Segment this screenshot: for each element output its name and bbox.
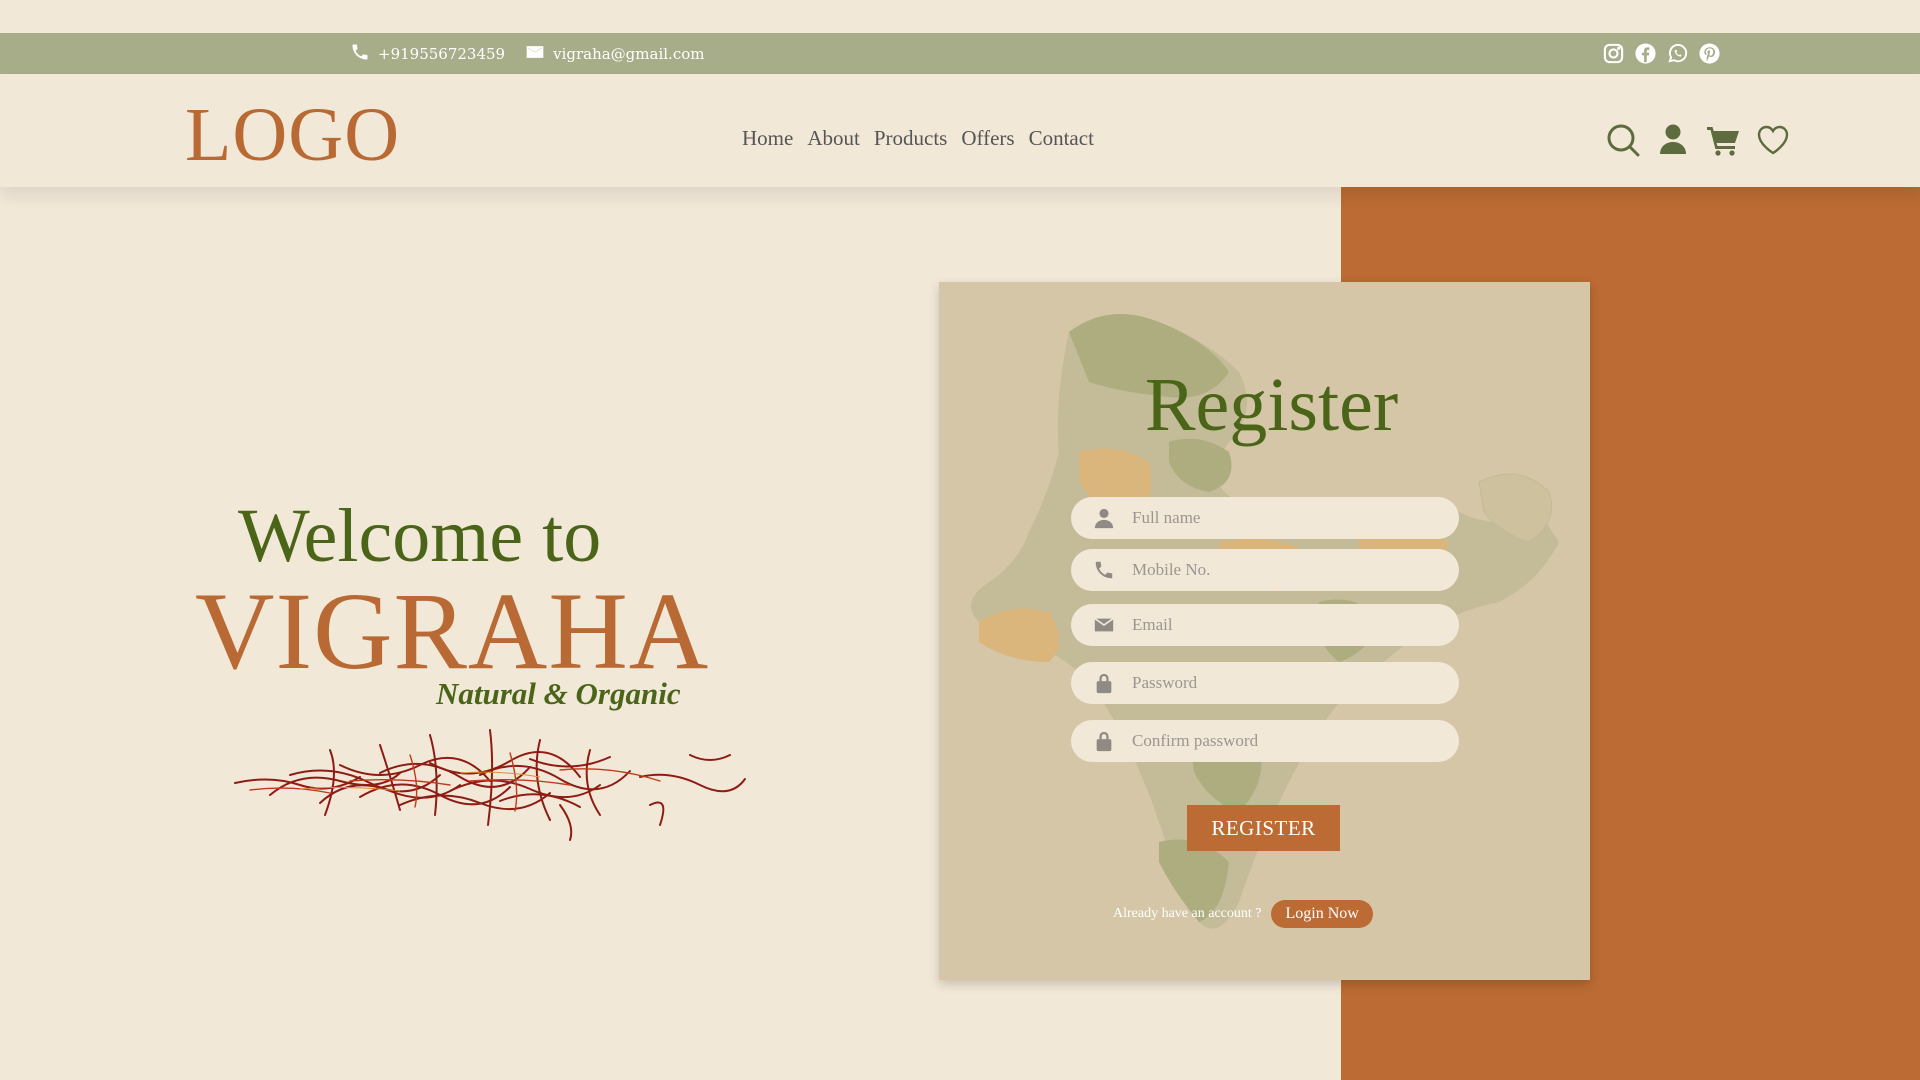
phone-number: +919556723459 bbox=[378, 44, 506, 63]
email-contact[interactable]: vigraha@gmail.com bbox=[525, 42, 704, 66]
nav-products[interactable]: Products bbox=[874, 126, 948, 151]
login-now-button[interactable]: Login Now bbox=[1271, 900, 1373, 928]
email-input[interactable] bbox=[1132, 610, 1432, 640]
header-actions bbox=[1605, 122, 1791, 158]
cart-icon[interactable] bbox=[1705, 122, 1741, 158]
password-field[interactable] bbox=[1071, 662, 1459, 704]
instagram-icon[interactable] bbox=[1602, 42, 1625, 65]
social-links bbox=[1602, 33, 1721, 74]
mobile-input[interactable] bbox=[1132, 555, 1432, 585]
confirm-password-input[interactable] bbox=[1132, 726, 1432, 756]
fullname-field[interactable] bbox=[1071, 497, 1459, 539]
nav-contact[interactable]: Contact bbox=[1029, 126, 1094, 151]
confirm-password-field[interactable] bbox=[1071, 720, 1459, 762]
lock-icon bbox=[1089, 726, 1119, 756]
user-icon bbox=[1089, 503, 1119, 533]
phone-icon bbox=[350, 42, 370, 66]
user-icon[interactable] bbox=[1655, 122, 1691, 158]
password-input[interactable] bbox=[1132, 668, 1432, 698]
top-contact-bar: +919556723459 vigraha@gmail.com bbox=[0, 33, 1920, 74]
register-button[interactable]: REGISTER bbox=[1187, 805, 1340, 851]
main-nav: Home About Products Offers Contact bbox=[742, 126, 1094, 151]
email-address: vigraha@gmail.com bbox=[553, 44, 705, 63]
search-icon[interactable] bbox=[1605, 122, 1641, 158]
register-card: Register REGISTER Already have an accoun… bbox=[939, 282, 1590, 980]
lock-icon bbox=[1089, 668, 1119, 698]
login-prompt: Already have an account ? bbox=[1113, 906, 1262, 921]
brand-tagline: Natural & Organic bbox=[436, 676, 681, 711]
whatsapp-icon[interactable] bbox=[1666, 42, 1689, 65]
phone-icon bbox=[1089, 555, 1119, 585]
phone-contact[interactable]: +919556723459 bbox=[350, 42, 505, 66]
heart-icon[interactable] bbox=[1755, 122, 1791, 158]
mail-icon bbox=[1089, 610, 1119, 640]
mail-icon bbox=[525, 42, 545, 66]
contact-info: +919556723459 vigraha@gmail.com bbox=[350, 33, 704, 74]
email-field[interactable] bbox=[1071, 604, 1459, 646]
facebook-icon[interactable] bbox=[1634, 42, 1657, 65]
mobile-field[interactable] bbox=[1071, 549, 1459, 591]
register-title: Register bbox=[1144, 363, 1399, 447]
welcome-heading: Welcome to bbox=[238, 494, 602, 578]
fullname-input[interactable] bbox=[1132, 503, 1432, 533]
nav-home[interactable]: Home bbox=[742, 126, 793, 151]
site-logo[interactable]: LOGO bbox=[185, 92, 400, 179]
pinterest-icon[interactable] bbox=[1698, 42, 1721, 65]
login-prompt-row: Already have an account ? Login Now bbox=[1113, 900, 1373, 928]
nav-about[interactable]: About bbox=[807, 126, 860, 151]
nav-offers[interactable]: Offers bbox=[961, 126, 1014, 151]
saffron-image bbox=[234, 729, 746, 841]
